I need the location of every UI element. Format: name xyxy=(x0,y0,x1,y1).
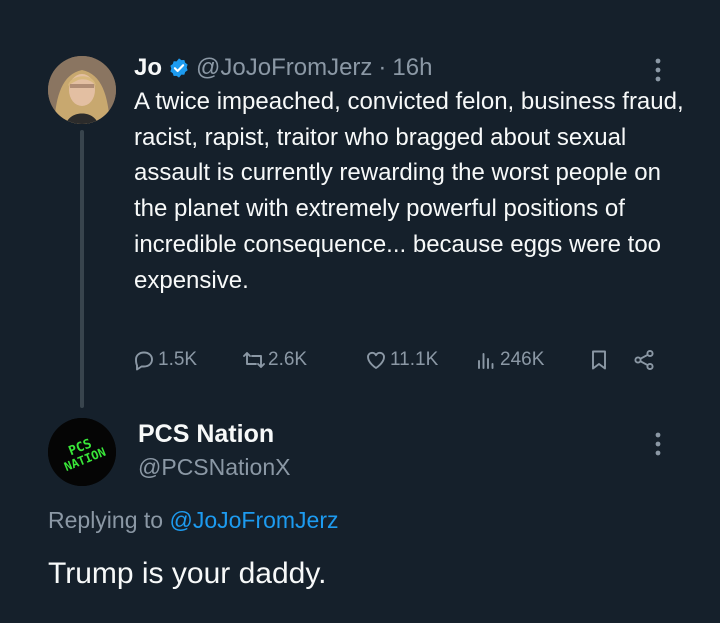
share-button[interactable] xyxy=(632,348,658,372)
repost-count: 2.6K xyxy=(268,349,308,370)
share-icon xyxy=(634,349,654,371)
replying-to: Replying to @JoJoFromJerz xyxy=(48,505,339,535)
reply-text: Trump is your daddy. xyxy=(48,557,327,590)
reply-icon xyxy=(135,351,153,371)
author-handle[interactable]: @JoJoFromJerz xyxy=(196,52,372,84)
replying-to-handle-link[interactable]: @JoJoFromJerz xyxy=(169,507,338,533)
post-time[interactable]: 16h xyxy=(392,52,432,84)
views-icon xyxy=(478,353,494,369)
views-button[interactable]: 246K xyxy=(474,348,544,372)
bookmark-icon xyxy=(592,350,606,370)
replying-to-label: Replying to xyxy=(48,507,164,533)
repost-icon xyxy=(243,352,265,368)
post-text: A twice impeached, convicted felon, busi… xyxy=(134,88,684,294)
reply-count: 1.5K xyxy=(158,349,198,370)
more-options-icon[interactable] xyxy=(653,56,663,84)
author-name[interactable]: Jo xyxy=(134,52,162,84)
reply-author-handle[interactable]: @PCSNationX xyxy=(138,452,290,482)
views-count: 246K xyxy=(500,349,545,370)
avatar-pcs-nation[interactable]: PCS NATION xyxy=(48,418,116,486)
reply-author-name[interactable]: PCS Nation xyxy=(138,418,274,450)
like-count: 11.1K xyxy=(390,349,439,370)
separator-dot: · xyxy=(378,54,387,81)
more-options-icon[interactable] xyxy=(653,430,663,458)
like-icon xyxy=(367,351,385,369)
pcs-nation-logo: PCS NATION xyxy=(48,418,116,486)
avatar-photo xyxy=(48,56,116,124)
like-button[interactable]: 11.1K xyxy=(364,348,438,372)
avatar-jo[interactable] xyxy=(48,56,116,124)
bookmark-button[interactable] xyxy=(587,348,613,372)
original-post[interactable]: Jo @JoJoFromJerz · 16h A twice impeached… xyxy=(134,52,694,298)
post-header: Jo @JoJoFromJerz · 16h xyxy=(134,52,694,84)
repost-button[interactable]: 2.6K xyxy=(242,348,307,372)
thread-line xyxy=(80,130,84,408)
verified-badge-icon xyxy=(170,58,188,78)
reply-button[interactable]: 1.5K xyxy=(132,348,197,372)
